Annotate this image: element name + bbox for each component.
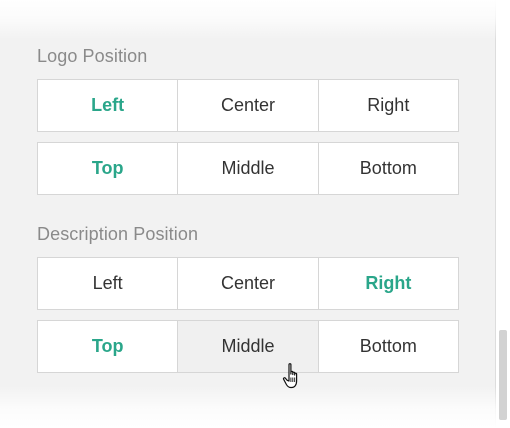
logo-vertical-segmented-control: Top Middle Bottom (37, 142, 459, 195)
scrollbar-thumb[interactable] (499, 330, 507, 420)
logo-bottom-option[interactable]: Bottom (318, 143, 458, 194)
settings-window: Logo Position Left Center Right Top Midd… (0, 0, 510, 428)
logo-position-label: Logo Position (37, 46, 148, 66)
logo-center-option[interactable]: Center (178, 80, 319, 131)
description-center-option[interactable]: Center (178, 258, 319, 309)
logo-left-option[interactable]: Left (38, 80, 179, 131)
description-position-label: Description Position (37, 224, 199, 244)
logo-right-option[interactable]: Right (318, 80, 458, 131)
bottom-fade-overlay (0, 386, 496, 428)
logo-top-option[interactable]: Top (38, 143, 179, 194)
description-top-option[interactable]: Top (38, 321, 179, 372)
description-middle-option[interactable]: Middle (178, 321, 319, 372)
description-horizontal-segmented-control: Left Center Right (37, 257, 459, 310)
description-right-option[interactable]: Right (318, 258, 458, 309)
logo-horizontal-segmented-control: Left Center Right (37, 79, 459, 132)
description-bottom-option[interactable]: Bottom (318, 321, 458, 372)
description-left-option[interactable]: Left (38, 258, 179, 309)
logo-middle-option[interactable]: Middle (178, 143, 319, 194)
top-fade-overlay (0, 0, 496, 40)
description-vertical-segmented-control: Top Middle Bottom (37, 320, 459, 373)
position-settings-panel: Logo Position Left Center Right Top Midd… (0, 0, 496, 428)
